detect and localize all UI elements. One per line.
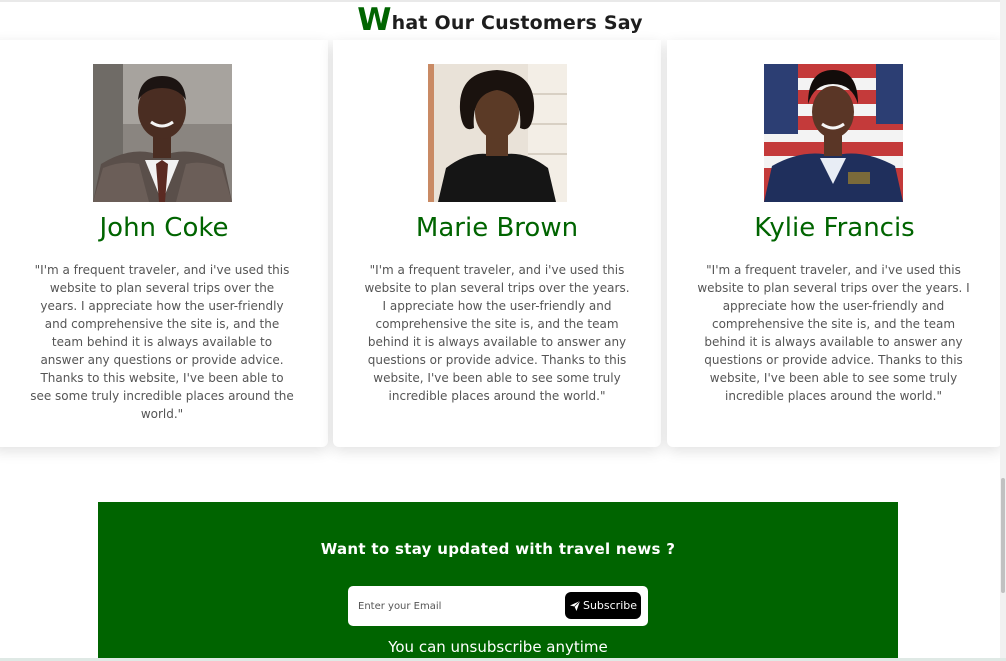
customer-quote: "I'm a frequent traveler, and i've used … (30, 263, 294, 421)
customer-photo-marie (428, 64, 567, 202)
testimonial-card: Kylie Francis "I'm a frequent traveler, … (667, 40, 1002, 447)
heading-text: hat Our Customers Say (391, 12, 643, 34)
portrait-man-suit-icon (93, 64, 232, 202)
page-scrollbar[interactable] (1000, 0, 1006, 661)
customer-name: Kylie Francis (754, 213, 915, 243)
newsletter-section: Want to stay updated with travel news ? … (98, 502, 898, 661)
testimonial-cards: John Coke "I'm a frequent traveler, and … (0, 40, 1002, 448)
section-heading: What Our Customers Say (0, 0, 1000, 40)
email-input[interactable] (358, 594, 554, 618)
customer-quote: "I'm a frequent traveler, and i've used … (697, 263, 970, 403)
scrollbar-thumb[interactable] (1001, 478, 1005, 593)
unsubscribe-note: You can unsubscribe anytime (388, 638, 608, 656)
testimonial-card: Marie Brown "I'm a frequent traveler, an… (333, 40, 661, 447)
newsletter-form: Subscribe (348, 586, 648, 626)
heading-first-letter: W (357, 2, 392, 38)
customer-name: Marie Brown (415, 213, 579, 243)
customer-name: John Coke (99, 213, 229, 243)
page: What Our Customers Say John Coke "I'm a … (0, 0, 1006, 661)
subscribe-label: Subscribe (582, 599, 638, 612)
testimonial-card: John Coke "I'm a frequent traveler, and … (0, 40, 328, 447)
customer-photo-kylie (764, 64, 903, 202)
customer-photo-john (93, 64, 232, 202)
paper-plane-icon (569, 600, 581, 612)
newsletter-title: Want to stay updated with travel news ? (320, 540, 676, 558)
portrait-woman-black-blouse-icon (428, 64, 567, 202)
portrait-woman-uniform-flag-icon (764, 64, 903, 202)
customer-quote: "I'm a frequent traveler, and i've used … (364, 263, 630, 403)
subscribe-button[interactable]: Subscribe (565, 592, 641, 619)
